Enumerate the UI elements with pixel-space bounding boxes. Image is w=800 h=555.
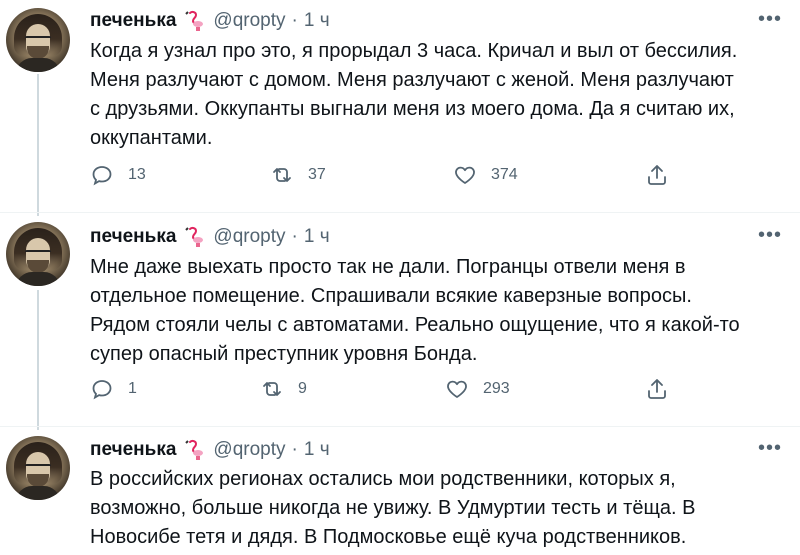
author-name[interactable]: печенька bbox=[90, 10, 176, 32]
reply-button[interactable]: 13 bbox=[90, 163, 146, 187]
action-bar: 13 37 374 bbox=[0, 163, 800, 193]
separator-dot: · bbox=[291, 10, 298, 31]
like-button[interactable]: 293 bbox=[445, 377, 510, 401]
reply-icon bbox=[92, 166, 112, 186]
author-name[interactable]: печенька bbox=[90, 226, 176, 248]
avatar[interactable] bbox=[6, 222, 70, 286]
retweet-button[interactable]: 37 bbox=[270, 163, 326, 187]
more-icon[interactable]: ••• bbox=[758, 8, 782, 31]
author-handle[interactable]: @qropty bbox=[213, 10, 285, 32]
like-count: 293 bbox=[483, 380, 510, 397]
action-bar: 1 9 293 bbox=[0, 377, 800, 407]
timestamp[interactable]: 1 ч bbox=[304, 226, 330, 248]
retweet-icon bbox=[263, 382, 281, 396]
timestamp[interactable]: 1 ч bbox=[304, 10, 330, 32]
author-handle[interactable]: @qropty bbox=[213, 226, 285, 248]
avatar[interactable] bbox=[6, 8, 70, 72]
share-icon bbox=[648, 165, 666, 185]
author-name[interactable]: печенька bbox=[90, 439, 176, 461]
separator-dot: · bbox=[291, 439, 298, 460]
flamingo-icon bbox=[183, 438, 207, 462]
reply-count: 1 bbox=[128, 380, 137, 397]
share-button[interactable] bbox=[645, 163, 669, 192]
heart-icon bbox=[447, 380, 467, 398]
retweet-count: 9 bbox=[298, 380, 307, 397]
avatar[interactable] bbox=[6, 436, 70, 500]
separator-dot: · bbox=[291, 226, 298, 247]
retweet-button[interactable]: 9 bbox=[260, 377, 307, 401]
share-icon bbox=[648, 379, 666, 399]
like-button[interactable]: 374 bbox=[453, 163, 518, 187]
tweet-divider bbox=[0, 212, 800, 213]
tweet[interactable]: печенька @qropty · 1 ч ••• Когда я узнал… bbox=[0, 0, 800, 210]
reply-button[interactable]: 1 bbox=[90, 377, 137, 401]
heart-icon bbox=[455, 166, 475, 184]
more-icon[interactable]: ••• bbox=[758, 224, 782, 247]
share-button[interactable] bbox=[645, 377, 669, 406]
flamingo-icon bbox=[183, 9, 207, 33]
tweet-divider bbox=[0, 426, 800, 427]
like-count: 374 bbox=[491, 166, 518, 183]
author-handle[interactable]: @qropty bbox=[213, 439, 285, 461]
tweet[interactable]: печенька @qropty · 1 ч ••• В российских … bbox=[0, 428, 800, 555]
more-icon[interactable]: ••• bbox=[758, 437, 782, 460]
tweet-text: Когда я узнал про это, я прорыдал 3 часа… bbox=[90, 40, 738, 149]
tweet-text: В российских регионах остались мои родст… bbox=[90, 468, 696, 548]
timestamp[interactable]: 1 ч bbox=[304, 439, 330, 461]
retweet-count: 37 bbox=[308, 166, 326, 183]
reply-count: 13 bbox=[128, 166, 146, 183]
retweet-icon bbox=[273, 168, 291, 182]
tweet[interactable]: печенька @qropty · 1 ч ••• Мне даже выех… bbox=[0, 214, 800, 424]
flamingo-icon bbox=[183, 225, 207, 249]
tweet-text: Мне даже выехать просто так не дали. Пог… bbox=[90, 256, 740, 365]
reply-icon bbox=[92, 380, 112, 400]
